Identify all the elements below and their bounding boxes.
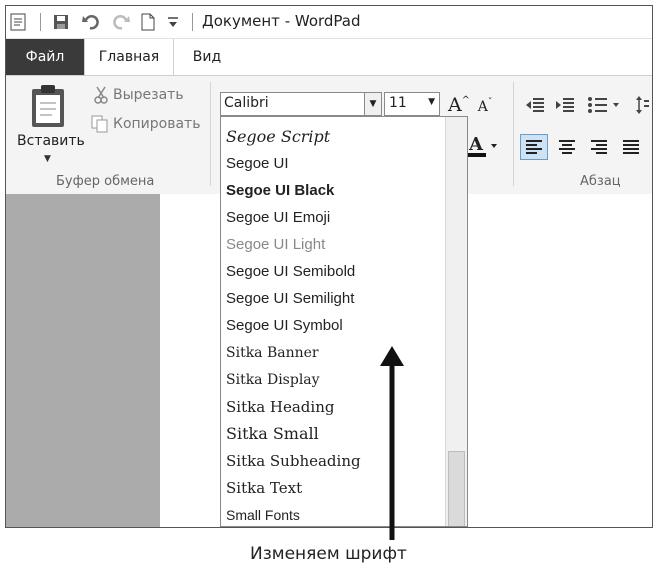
- align-right-icon[interactable]: [586, 134, 612, 160]
- paste-button[interactable]: Вставить: [17, 133, 85, 149]
- clipboard-paste-icon[interactable]: [28, 82, 68, 130]
- font-family-dropdown: Segoe Script Segoe UI Segoe UI Black Segoe …: [220, 116, 468, 527]
- font-list-item[interactable]: Segoe UI Black: [226, 177, 334, 204]
- align-left-icon[interactable]: [520, 134, 548, 160]
- increase-indent-icon[interactable]: [554, 94, 576, 116]
- svg-text:A: A: [468, 134, 484, 155]
- redo-icon[interactable]: [110, 11, 132, 33]
- font-list-item[interactable]: Segoe UI Semibold: [226, 258, 355, 285]
- ribbon-tabs: Файл Главная Вид: [6, 39, 652, 75]
- font-list-item[interactable]: Sitka Heading: [226, 393, 334, 420]
- new-document-icon[interactable]: [138, 11, 158, 33]
- font-size-select[interactable]: 11 ▼: [384, 92, 440, 116]
- grow-font-icon[interactable]: A ^: [448, 94, 470, 116]
- group-separator: [513, 82, 514, 186]
- copy-icon[interactable]: [90, 115, 110, 133]
- text-color-icon[interactable]: A: [466, 132, 500, 158]
- font-list-item[interactable]: Segoe UI Symbol: [226, 312, 343, 339]
- font-list-item[interactable]: Sitka Text: [226, 474, 302, 501]
- wordpad-window: Документ - WordPad Файл Главная Вид Вста…: [5, 5, 653, 528]
- chevron-down-icon[interactable]: ▼: [364, 93, 381, 115]
- font-list-item[interactable]: Segoe UI Emoji: [226, 204, 330, 231]
- dropdown-scrollbar[interactable]: [445, 117, 467, 526]
- font-size-value: 11: [389, 95, 407, 111]
- align-center-icon[interactable]: [554, 134, 580, 160]
- shrink-font-icon[interactable]: Aˇ: [476, 98, 494, 116]
- window-title: Документ - WordPad: [202, 12, 361, 30]
- paragraph-group-label: Абзац: [580, 174, 621, 189]
- paste-dropdown-icon[interactable]: ▼: [44, 154, 51, 164]
- scrollbar-thumb[interactable]: [448, 451, 465, 526]
- title-bar: Документ - WordPad: [6, 6, 652, 39]
- app-icon[interactable]: [8, 11, 28, 33]
- customize-toolbar-icon[interactable]: [164, 11, 182, 33]
- decrease-indent-icon[interactable]: [524, 94, 546, 116]
- font-list-item[interactable]: Segoe UI Semilight: [226, 285, 354, 312]
- font-list-item[interactable]: Sitka Small: [226, 420, 319, 447]
- bullets-icon[interactable]: [586, 94, 622, 116]
- font-list-item[interactable]: Segoe Script: [226, 123, 330, 150]
- font-list-item[interactable]: Segoe UI: [226, 150, 289, 177]
- save-icon[interactable]: [50, 11, 72, 33]
- cut-button[interactable]: Вырезать: [113, 87, 184, 103]
- scissors-icon[interactable]: [92, 86, 110, 104]
- separator: [40, 13, 41, 31]
- font-family-value: Calibri: [224, 95, 269, 111]
- font-family-select[interactable]: Calibri ▼: [220, 92, 382, 116]
- undo-icon[interactable]: [80, 11, 102, 33]
- font-list-item[interactable]: Small Fonts: [226, 501, 300, 526]
- copy-button[interactable]: Копировать: [113, 116, 200, 132]
- font-list-item[interactable]: Sitka Subheading: [226, 447, 361, 474]
- font-list-item[interactable]: Sitka Banner: [226, 339, 319, 366]
- annotation-arrow-icon: [380, 346, 404, 540]
- font-list-item[interactable]: Segoe UI Light: [226, 231, 325, 258]
- tab-view[interactable]: Вид: [182, 39, 232, 75]
- tab-file[interactable]: Файл: [6, 39, 84, 75]
- tab-home[interactable]: Главная: [84, 39, 174, 75]
- clipboard-group-label: Буфер обмена: [56, 174, 155, 189]
- chevron-down-icon[interactable]: ▼: [428, 97, 435, 107]
- font-list-item[interactable]: Sitka Display: [226, 366, 320, 393]
- group-separator: [210, 82, 211, 186]
- line-spacing-icon[interactable]: [634, 94, 650, 116]
- separator: [192, 13, 193, 31]
- justify-icon[interactable]: [618, 134, 644, 160]
- caption-text: Изменяем шрифт: [250, 544, 407, 564]
